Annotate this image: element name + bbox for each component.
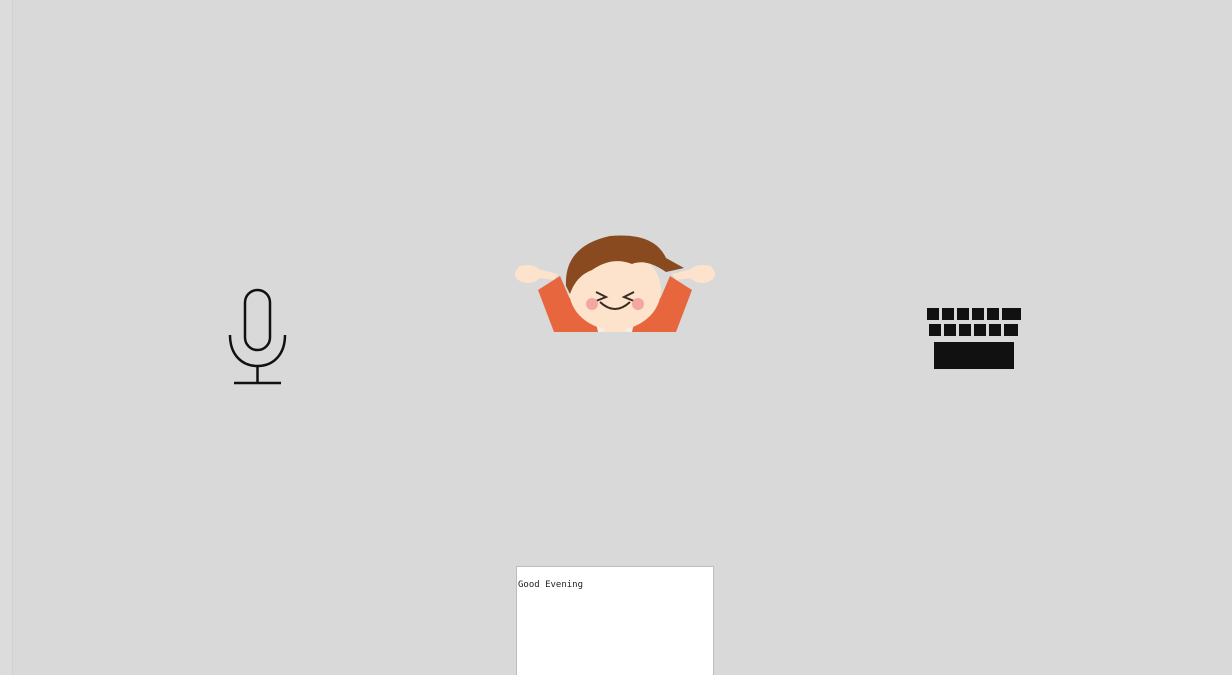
chat-message-text: Good Evening [518,580,584,590]
keyboard-icon [927,308,1021,369]
microphone-button[interactable] [225,287,291,387]
cartoon-child-avatar [515,235,715,332]
keyboard-button[interactable] [925,306,1023,372]
avatar [514,228,716,334]
chat-message-box: Good Evening [516,566,714,675]
left-edge-strip [0,0,13,675]
microphone-icon [228,288,287,385]
